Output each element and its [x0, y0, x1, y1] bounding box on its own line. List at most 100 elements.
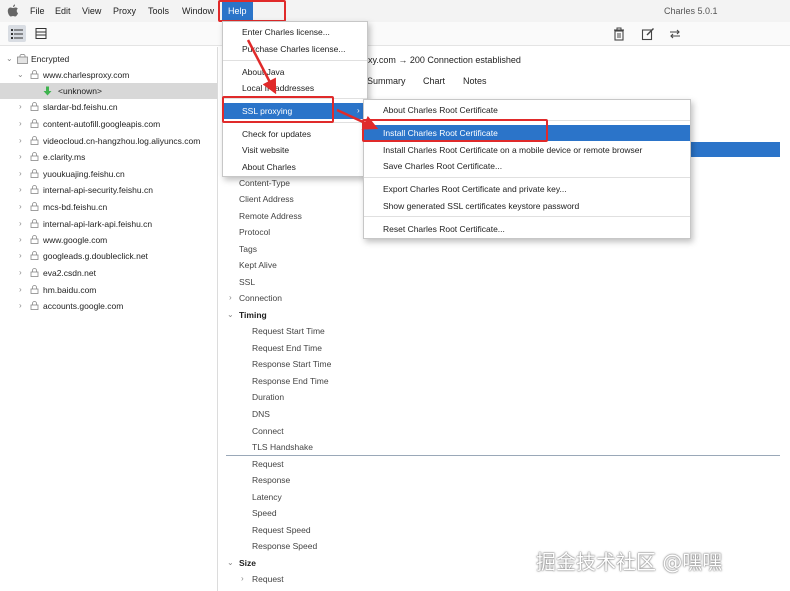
menu-item-local-ip[interactable]: Local IP addresses: [223, 80, 367, 96]
size-header[interactable]: Size: [239, 558, 256, 568]
chevron-right-icon[interactable]: ›: [19, 169, 22, 178]
chevron-right-icon[interactable]: ›: [19, 102, 22, 111]
menu-item-purchase-license[interactable]: Purchase Charles license...: [223, 41, 367, 57]
chevron-down-icon[interactable]: ⌄: [6, 54, 13, 63]
menu-item-label: Show generated SSL certificates keystore…: [383, 201, 580, 211]
list-item[interactable]: › accounts.google.com: [0, 298, 217, 314]
chevron-right-icon[interactable]: ›: [19, 202, 22, 211]
menu-item-label: Purchase Charles license...: [242, 44, 346, 54]
lock-icon: [30, 119, 39, 128]
menu-separator: [223, 60, 367, 61]
menu-file[interactable]: File: [30, 6, 45, 16]
host-label: www.google.com: [43, 235, 108, 245]
chevron-right-icon[interactable]: ›: [19, 136, 22, 145]
view-sequence-button[interactable]: [32, 25, 50, 42]
tree-root[interactable]: ⌄ Encrypted: [0, 51, 217, 67]
speed-item: Request Speed: [252, 525, 311, 535]
chevron-right-icon[interactable]: ›: [19, 251, 22, 260]
sequence-icon: [35, 28, 47, 39]
chevron-right-icon[interactable]: ›: [229, 293, 232, 302]
chevron-right-icon[interactable]: ›: [19, 119, 22, 128]
trash-icon[interactable]: [612, 27, 626, 41]
menu-item-enter-license[interactable]: Enter Charles license...: [223, 24, 367, 40]
menu-item-reset-root-cert[interactable]: Reset Charles Root Certificate...: [364, 221, 690, 237]
menu-item-save-root-cert[interactable]: Save Charles Root Certificate...: [364, 158, 690, 174]
repeat-icon[interactable]: [668, 27, 682, 41]
menu-item-label: About Java: [242, 67, 285, 77]
chevron-down-icon[interactable]: ⌄: [227, 558, 234, 567]
edit-icon[interactable]: [641, 27, 655, 41]
size-item[interactable]: Request: [252, 574, 284, 584]
list-item[interactable]: › mcs-bd.feishu.cn: [0, 199, 217, 215]
menu-item-label: Enter Charles license...: [242, 27, 330, 37]
lock-icon: [30, 251, 39, 260]
host-label: eva2.csdn.net: [43, 268, 96, 278]
host-label: hm.baidu.com: [43, 285, 97, 295]
menu-item-about-root-cert[interactable]: About Charles Root Certificate: [364, 102, 690, 118]
menu-edit[interactable]: Edit: [55, 6, 71, 16]
host-label: slardar-bd.feishu.cn: [43, 102, 118, 112]
encrypted-folder-icon: [17, 54, 28, 64]
menu-item-export-root-cert[interactable]: Export Charles Root Certificate and priv…: [364, 181, 690, 197]
menu-item-about-java[interactable]: About Java: [223, 64, 367, 80]
menu-item-about-charles[interactable]: About Charles: [223, 159, 367, 175]
view-structure-button[interactable]: [8, 25, 26, 42]
list-item[interactable]: ⌄ www.charlesproxy.com: [0, 67, 217, 83]
prop-connection[interactable]: Connection: [239, 293, 282, 303]
menu-item-show-keystore-password[interactable]: Show generated SSL certificates keystore…: [364, 198, 690, 214]
lock-icon: [30, 152, 39, 161]
menu-window[interactable]: Window: [182, 6, 214, 16]
divider: [226, 455, 780, 456]
speed-item: Response: [252, 475, 291, 485]
list-item[interactable]: <unknown>: [0, 83, 217, 99]
chevron-down-icon[interactable]: ⌄: [227, 310, 234, 319]
app-title: Charles 5.0.1: [664, 6, 718, 16]
list-item[interactable]: › e.clarity.ms: [0, 149, 217, 165]
lock-icon: [30, 185, 39, 194]
menu-tools[interactable]: Tools: [148, 6, 169, 16]
chevron-right-icon[interactable]: ›: [19, 219, 22, 228]
list-item[interactable]: › yuoukuajing.feishu.cn: [0, 166, 217, 182]
menu-item-label: Export Charles Root Certificate and priv…: [383, 184, 567, 194]
host-label: accounts.google.com: [43, 301, 124, 311]
timing-header[interactable]: Timing: [239, 310, 267, 320]
chevron-down-icon[interactable]: ⌄: [17, 70, 24, 79]
menu-item-check-updates[interactable]: Check for updates: [223, 126, 367, 142]
list-item[interactable]: › googleads.g.doubleclick.net: [0, 248, 217, 264]
host-label: <unknown>: [58, 86, 102, 96]
menu-proxy[interactable]: Proxy: [113, 6, 136, 16]
chevron-right-icon[interactable]: ›: [19, 301, 22, 310]
list-item[interactable]: › eva2.csdn.net: [0, 265, 217, 281]
list-item[interactable]: › www.google.com: [0, 232, 217, 248]
chevron-right-icon[interactable]: ›: [19, 285, 22, 294]
host-label: googleads.g.doubleclick.net: [43, 251, 148, 261]
list-item[interactable]: › videocloud.cn-hangzhou.log.aliyuncs.co…: [0, 133, 217, 149]
tab-notes[interactable]: Notes: [463, 76, 487, 86]
list-item[interactable]: › content-autofill.googleapis.com: [0, 116, 217, 132]
apple-icon[interactable]: [7, 4, 19, 17]
tab-chart[interactable]: Chart: [423, 76, 445, 86]
list-item[interactable]: › internal-api-security.feishu.cn: [0, 182, 217, 198]
chevron-right-icon[interactable]: ›: [19, 152, 22, 161]
lock-icon: [30, 301, 39, 310]
menu-item-visit-website[interactable]: Visit website: [223, 142, 367, 158]
timing-item: Request End Time: [252, 343, 322, 353]
timing-item: Response End Time: [252, 376, 329, 386]
list-item[interactable]: › slardar-bd.feishu.cn: [0, 99, 217, 115]
timing-item: Duration: [252, 392, 285, 402]
annotation-box-install-root-cert: [362, 119, 548, 142]
menu-separator: [364, 177, 690, 178]
chevron-right-icon[interactable]: ›: [19, 235, 22, 244]
tab-summary[interactable]: Summary: [367, 76, 406, 86]
chevron-right-icon[interactable]: ›: [19, 268, 22, 277]
list-item[interactable]: › hm.baidu.com: [0, 282, 217, 298]
chevron-right-icon[interactable]: ›: [19, 185, 22, 194]
menu-item-install-root-cert-mobile[interactable]: Install Charles Root Certificate on a mo…: [364, 142, 690, 158]
lock-icon: [30, 202, 39, 211]
chevron-right-icon[interactable]: ›: [241, 574, 244, 583]
speed-item: Speed: [252, 508, 277, 518]
list-item[interactable]: › internal-api-lark-api.feishu.cn: [0, 216, 217, 232]
tree-root-label: Encrypted: [31, 54, 70, 64]
menu-view[interactable]: View: [82, 6, 101, 16]
prop-content-type: Content-Type: [239, 178, 291, 188]
